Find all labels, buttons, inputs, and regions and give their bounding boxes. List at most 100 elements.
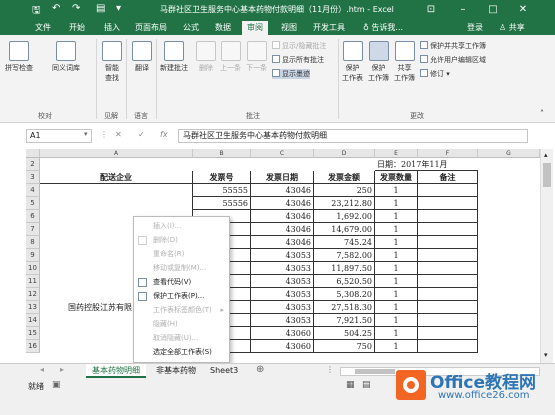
customize-qat-icon[interactable]: ▾	[116, 3, 121, 14]
worksheet-grid[interactable]: A B C D E F G 2 3 4 5 6 7 8 9 10 11 12 13 14 15 16 日期：…	[26, 149, 540, 363]
invoice-amount-cell[interactable]: 250	[314, 184, 375, 197]
collapse-ribbon-icon[interactable]: ˄	[540, 109, 544, 118]
row-header[interactable]: 10	[26, 262, 40, 275]
invoice-date-cell[interactable]: 43046	[251, 197, 314, 210]
remark-cell[interactable]	[418, 184, 478, 197]
tab-developer[interactable]: 开发工具	[308, 21, 350, 35]
name-box[interactable]: A1	[26, 129, 92, 143]
sheet-tab-sheet3[interactable]: Sheet3	[204, 364, 244, 378]
invoice-date-cell[interactable]: 43060	[251, 340, 314, 353]
invoice-date-cell[interactable]: 43053	[251, 288, 314, 301]
next-comment-button[interactable]: 下一条	[246, 41, 267, 73]
spelling-button[interactable]: 拼写检查	[5, 41, 33, 73]
column-title[interactable]: 配送企业	[40, 171, 193, 184]
tab-review[interactable]: 审阅	[242, 21, 268, 35]
tell-me-search[interactable]: ♁ 告诉我...	[358, 21, 408, 35]
remark-cell[interactable]	[418, 288, 478, 301]
format-painter-icon[interactable]: ▤	[96, 3, 105, 14]
table-cell[interactable]	[40, 184, 193, 197]
minimize-button[interactable]: –	[452, 2, 474, 17]
invoice-date-cell[interactable]: 43060	[251, 327, 314, 340]
column-header[interactable]: F	[418, 149, 478, 158]
remark-cell[interactable]	[418, 249, 478, 262]
page-layout-view-icon[interactable]: ▤	[362, 380, 371, 390]
invoice-number-cell[interactable]: 55556	[193, 197, 251, 210]
delete-comment-button[interactable]: 删除	[196, 41, 216, 73]
invoice-amount-cell[interactable]: 14,679.00	[314, 223, 375, 236]
remark-cell[interactable]	[418, 223, 478, 236]
scroll-down-icon[interactable]: ▾	[544, 351, 548, 359]
invoice-count-cell[interactable]: 1	[375, 301, 418, 314]
invoice-count-cell[interactable]: 1	[375, 249, 418, 262]
protect-share-workbook[interactable]: 保护并共享工作簿	[420, 41, 486, 51]
invoice-date-cell[interactable]: 43053	[251, 314, 314, 327]
invoice-count-cell[interactable]: 1	[375, 184, 418, 197]
invoice-amount-cell[interactable]: 7,582.00	[314, 249, 375, 262]
invoice-count-cell[interactable]: 1	[375, 275, 418, 288]
undo-icon[interactable]: ↶	[52, 3, 60, 14]
menu-item-view-code[interactable]: 查看代码(V)	[134, 276, 229, 289]
new-comment-button[interactable]: 新建批注	[160, 41, 188, 73]
invoice-amount-cell[interactable]: 23,212.80	[314, 197, 375, 210]
column-header[interactable]: B	[193, 149, 251, 158]
invoice-amount-cell[interactable]: 11,897.50	[314, 262, 375, 275]
thesaurus-button[interactable]: 同义词库	[52, 41, 80, 73]
column-header[interactable]: D	[314, 149, 375, 158]
cancel-icon[interactable]: ✕	[115, 130, 122, 139]
chevron-down-icon[interactable]: ▾	[84, 130, 88, 138]
remark-cell[interactable]	[418, 210, 478, 223]
save-icon[interactable]: 🖫	[32, 3, 41, 20]
remark-cell[interactable]	[418, 327, 478, 340]
column-title[interactable]: 发票金额	[314, 171, 375, 184]
row-header[interactable]: 15	[26, 327, 40, 340]
row-header[interactable]: 5	[26, 197, 40, 210]
ribbon-display-icon[interactable]: ⊡	[420, 2, 442, 17]
insert-function-icon[interactable]: fx	[160, 130, 168, 139]
invoice-count-cell[interactable]: 1	[375, 288, 418, 301]
invoice-date-cell[interactable]: 43053	[251, 262, 314, 275]
translate-button[interactable]: 翻译	[132, 41, 152, 73]
invoice-date-cell[interactable]: 43046	[251, 223, 314, 236]
enter-icon[interactable]: ✓	[138, 130, 145, 139]
invoice-count-cell[interactable]: 1	[375, 262, 418, 275]
row-header[interactable]: 3	[26, 171, 40, 184]
invoice-count-cell[interactable]: 1	[375, 210, 418, 223]
tab-formulas[interactable]: 公式	[178, 21, 204, 35]
column-title[interactable]: 备注	[418, 171, 478, 184]
remark-cell[interactable]	[418, 275, 478, 288]
prev-comment-button[interactable]: 上一条	[220, 41, 241, 73]
menu-item-move-copy[interactable]: 移动或复制(M)...	[134, 262, 229, 275]
row-header[interactable]: 12	[26, 288, 40, 301]
remark-cell[interactable]	[418, 197, 478, 210]
vertical-scrollbar[interactable]: ▴ ▾	[540, 149, 553, 363]
invoice-date-cell[interactable]: 43053	[251, 249, 314, 262]
invoice-count-cell[interactable]: 1	[375, 340, 418, 353]
invoice-date-cell[interactable]: 43053	[251, 301, 314, 314]
invoice-amount-cell[interactable]: 750	[314, 340, 375, 353]
row-header[interactable]: 6	[26, 210, 40, 223]
invoice-amount-cell[interactable]: 7,921.50	[314, 314, 375, 327]
table-cell[interactable]	[40, 197, 193, 210]
row-header[interactable]: 7	[26, 223, 40, 236]
invoice-count-cell[interactable]: 1	[375, 223, 418, 236]
date-label[interactable]: 日期：2017年11月	[375, 158, 478, 171]
invoice-amount-cell[interactable]: 6,520.50	[314, 275, 375, 288]
column-header[interactable]: A	[40, 149, 193, 158]
menu-item-insert[interactable]: 插入(I)...	[134, 220, 229, 233]
row-header[interactable]: 13	[26, 301, 40, 314]
close-button[interactable]: ✕	[512, 2, 534, 17]
row-header[interactable]: 16	[26, 340, 40, 353]
redo-icon[interactable]: ↷	[72, 3, 80, 14]
protect-workbook-button[interactable]: 保护 工作簿	[368, 41, 389, 83]
share-button[interactable]: ♙ 共享	[494, 21, 530, 35]
show-all-comments[interactable]: 显示所有批注	[272, 55, 324, 65]
tab-file[interactable]: 文件	[30, 21, 56, 35]
column-title[interactable]: 发票号	[193, 171, 251, 184]
column-header[interactable]: C	[251, 149, 314, 158]
tab-page-layout[interactable]: 页面布局	[130, 21, 172, 35]
login-link[interactable]: 登录	[462, 21, 488, 35]
row-header[interactable]: 14	[26, 314, 40, 327]
column-header[interactable]: G	[478, 149, 540, 158]
tab-scroll-right-icon[interactable]: ▸	[60, 365, 64, 374]
tab-data[interactable]: 数据	[210, 21, 236, 35]
